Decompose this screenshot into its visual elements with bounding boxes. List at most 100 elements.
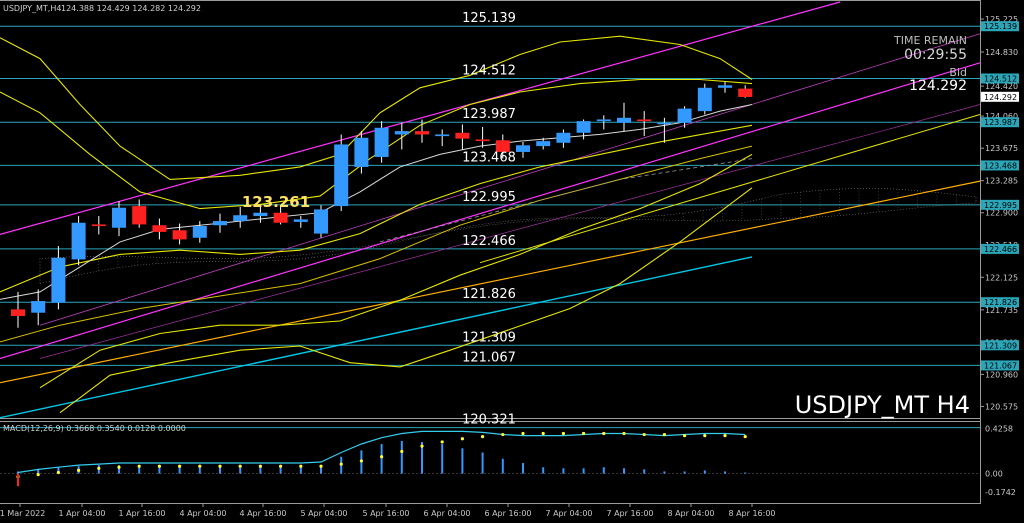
candle-bull — [435, 134, 450, 137]
level-label: 121.067 — [462, 350, 516, 365]
price-tick-label: 123.285 — [985, 177, 1018, 186]
macd-signal-dot — [582, 431, 586, 436]
macd-signal-dot — [218, 464, 222, 468]
symbol-watermark: USDJPY_MT H4 — [795, 391, 970, 419]
macd-tick-label: -0.1742 — [985, 488, 1016, 497]
level-label: 125.139 — [462, 11, 516, 26]
candle-bull — [617, 117, 631, 123]
macd-signal-dot — [521, 431, 525, 436]
candle-bull — [657, 122, 672, 125]
ohlc-label: 124.388 124.429 124.282 124.292 — [61, 4, 201, 13]
candle-bear — [273, 212, 288, 223]
price-tick-label: 122.125 — [985, 273, 1018, 282]
candle-bear — [475, 139, 490, 142]
candle-bull — [334, 144, 349, 207]
macd-signal-dot — [157, 464, 161, 468]
macd-signal-dot — [279, 464, 283, 468]
macd-signal-dot — [440, 440, 444, 444]
price-tag-label: 121.067 — [984, 361, 1017, 370]
macd-signal-dot — [137, 464, 141, 468]
candle-bull — [31, 301, 46, 313]
time-tick-label: 4 Apr 04:00 — [179, 509, 226, 518]
price-tag-label: 122.995 — [984, 201, 1017, 210]
macd-signal-dot — [198, 464, 202, 468]
price-tick-label: 120.960 — [985, 370, 1018, 379]
time-remain-label: TIME REMAIN — [893, 34, 967, 47]
candle-bull — [293, 219, 308, 222]
candle-bull — [192, 226, 207, 238]
candle-bull — [354, 137, 369, 167]
level-label: 121.309 — [462, 330, 516, 345]
macd-signal-dot — [683, 434, 687, 438]
candle-bull — [697, 87, 712, 112]
price-chart[interactable]: 125.139 124.512 123.987 123.468 122.995 122.4… — [0, 0, 1024, 523]
time-tick-label: 8 Apr 04:00 — [667, 509, 714, 518]
level-label: 122.995 — [462, 190, 516, 205]
candle-bull — [213, 221, 227, 226]
macd-label: MACD(12,26,9) 0.3668 0.3540 0.0128 0.000… — [3, 424, 186, 433]
price-tag-label: 123.987 — [984, 118, 1017, 127]
price-tag-label: 124.292 — [984, 93, 1017, 102]
macd-signal-dot — [36, 473, 40, 477]
price-tag-label: 123.468 — [984, 161, 1017, 170]
macd-signal-dot — [258, 464, 262, 468]
level-label: 123.468 — [462, 150, 516, 165]
candle-bull — [596, 119, 611, 122]
candle-bear — [91, 224, 106, 227]
candle-bull — [576, 121, 591, 133]
time-tick-label: 5 Apr 04:00 — [300, 509, 347, 518]
candle-bull — [71, 222, 86, 260]
macd-signal-dot — [602, 431, 606, 436]
time-tick-label: 31 Mar 2022 — [0, 509, 45, 518]
symbol-label: USDJPY_MT,H4 — [3, 4, 61, 13]
macd-signal-dot — [481, 435, 485, 439]
candle-bull — [394, 131, 409, 135]
macd-signal-dot — [77, 468, 81, 473]
candle-bull — [51, 257, 66, 303]
candle-bull — [718, 85, 732, 88]
candle-bear — [738, 88, 753, 97]
macd-signal-dot — [460, 437, 464, 441]
candle-bull — [516, 145, 530, 152]
macd-signal-dot — [541, 431, 545, 436]
candle-bull — [374, 127, 389, 157]
time-tick-label: 4 Apr 16:00 — [239, 509, 286, 518]
level-label: 124.512 — [462, 63, 516, 78]
macd-signal-dot — [238, 464, 242, 468]
price-tag-label: 121.826 — [984, 298, 1017, 307]
candle-bull — [536, 141, 551, 147]
macd-signal-dot — [622, 431, 626, 436]
candle-bull — [556, 132, 571, 143]
macd-signal-dot — [97, 466, 101, 470]
time-tick-label: 7 Apr 16:00 — [606, 509, 653, 518]
macd-signal-dot — [642, 432, 646, 437]
macd-signal-dot — [339, 462, 343, 466]
candle-bear — [637, 119, 652, 122]
candle-bull — [314, 209, 328, 234]
candle-bear — [132, 206, 147, 225]
time-tick-label: 6 Apr 16:00 — [484, 509, 531, 518]
candle-bull — [253, 212, 268, 217]
time-tick-label: 8 Apr 16:00 — [728, 509, 775, 518]
macd-signal-dot — [501, 432, 505, 437]
macd-signal-dot — [117, 465, 121, 469]
macd-signal-dot — [56, 470, 61, 475]
macd-signal-dot — [723, 434, 727, 438]
macd-signal-dot — [178, 464, 182, 468]
macd-signal-dot — [299, 464, 303, 468]
price-tick-label: 124.830 — [985, 48, 1018, 57]
price-tag-label: 122.466 — [984, 245, 1017, 254]
price-tick-label: 123.675 — [985, 144, 1018, 153]
macd-signal-dot — [319, 464, 323, 468]
candle-bear — [11, 309, 25, 317]
macd-signal-dot — [662, 432, 667, 437]
macd-signal-dot — [380, 455, 384, 459]
level-label: 123.987 — [462, 107, 516, 122]
candle-bear — [415, 131, 429, 135]
price-tag-label: 124.512 — [984, 74, 1017, 83]
candle-bull — [233, 215, 248, 222]
level-label: 120.321 — [462, 413, 516, 428]
highlighted-price-label: 123.261 — [242, 193, 310, 211]
macd-signal-dot — [359, 459, 363, 463]
level-label: 121.826 — [462, 287, 516, 302]
